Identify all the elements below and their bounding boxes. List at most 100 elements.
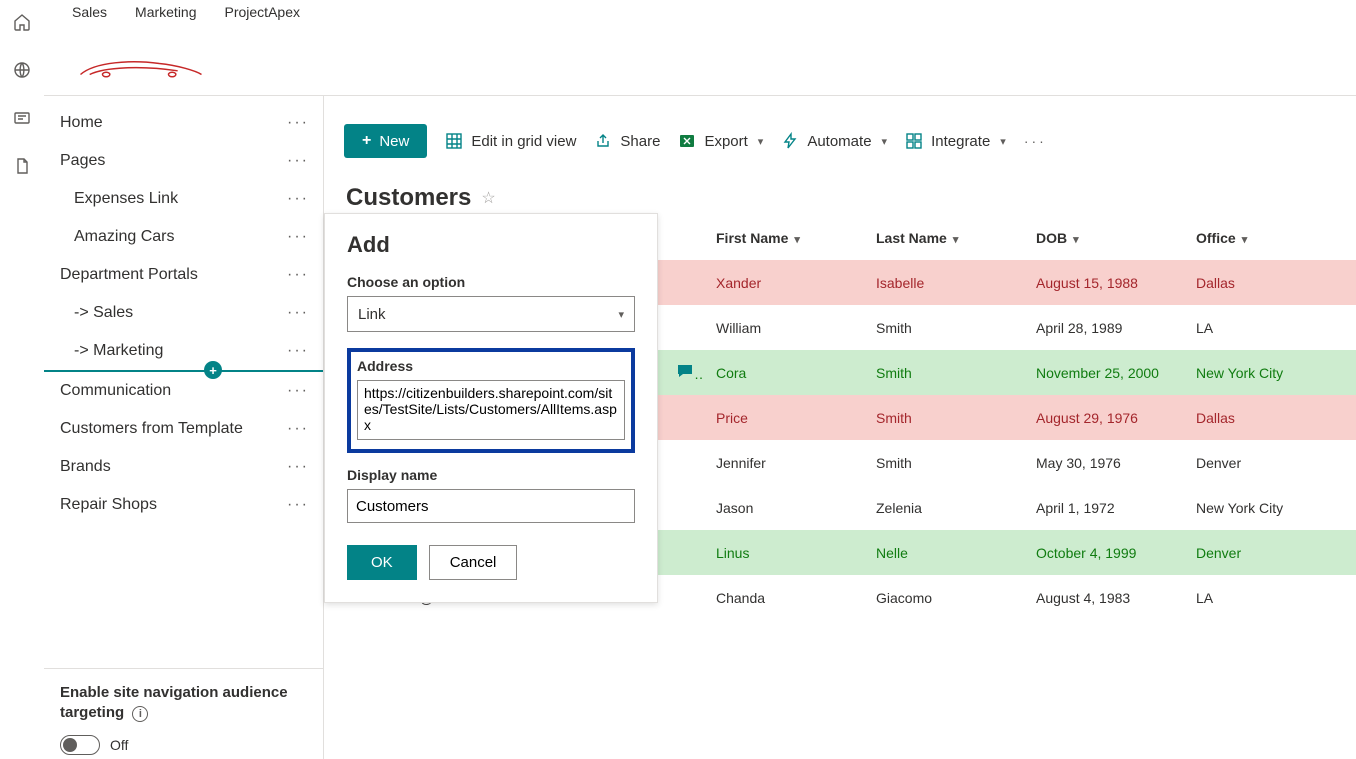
address-highlight-frame: Address <box>347 348 635 453</box>
nav-repair-shops[interactable]: Repair Shops··· <box>44 486 323 524</box>
col-last-name[interactable]: Last Name▾ <box>864 216 1024 260</box>
cell-last-name: Smith <box>864 305 1024 350</box>
cell-office: New York City <box>1184 485 1354 530</box>
col-office[interactable]: Office▾ <box>1184 216 1354 260</box>
cell-comment <box>664 530 704 575</box>
cancel-button[interactable]: Cancel <box>429 545 518 580</box>
col-first-name[interactable]: First Name▾ <box>704 216 864 260</box>
col-dob[interactable]: DOB▾ <box>1024 216 1184 260</box>
more-icon[interactable]: ··· <box>287 228 309 246</box>
cell-first-name: Linus <box>704 530 864 575</box>
audience-label: Enable site navigation audience targetin… <box>60 683 307 724</box>
chevron-down-icon: ▾ <box>794 234 800 246</box>
audience-toggle[interactable] <box>60 735 100 755</box>
top-tab-projectapex[interactable]: ProjectApex <box>225 4 300 20</box>
choose-option-label: Choose an option <box>347 274 635 290</box>
cell-last-name: Zelenia <box>864 485 1024 530</box>
cell-dob: May 30, 1976 <box>1024 440 1184 485</box>
display-name-input[interactable] <box>347 489 635 523</box>
more-icon[interactable]: ··· <box>287 382 309 400</box>
cell-office: LA <box>1184 305 1354 350</box>
share-icon <box>594 132 612 150</box>
nav-marketing[interactable]: -> Marketing··· <box>44 332 323 370</box>
more-icon[interactable]: ··· <box>287 458 309 476</box>
nav-insert-plus-icon[interactable]: + <box>204 361 222 379</box>
excel-icon <box>678 132 696 150</box>
more-icon[interactable]: ··· <box>287 304 309 322</box>
nav-pages[interactable]: Pages··· <box>44 142 323 180</box>
address-label: Address <box>357 358 625 374</box>
overflow-button[interactable]: ··· <box>1024 133 1047 149</box>
nav-communication[interactable]: Communication··· <box>44 372 323 410</box>
cell-first-name: Jennifer <box>704 440 864 485</box>
audience-targeting-panel: Enable site navigation audience targetin… <box>44 668 323 759</box>
cell-first-name: Xander <box>704 260 864 305</box>
cell-comment <box>664 350 704 395</box>
file-rail-icon[interactable] <box>12 156 32 176</box>
command-bar: + New Edit in grid view Share <box>324 96 1356 168</box>
cell-office: Dallas <box>1184 395 1354 440</box>
more-icon[interactable]: ··· <box>287 420 309 438</box>
favorite-star-icon[interactable]: ☆ <box>481 188 495 208</box>
share-button[interactable]: Share <box>594 132 660 150</box>
nav-amazing-cars[interactable]: Amazing Cars··· <box>44 218 323 256</box>
new-button[interactable]: + New <box>344 124 427 158</box>
more-icon[interactable]: ··· <box>287 266 309 284</box>
automate-button[interactable]: Automate ▾ <box>781 132 887 150</box>
left-rail <box>0 0 44 759</box>
cell-first-name: Jason <box>704 485 864 530</box>
more-icon[interactable]: ··· <box>287 190 309 208</box>
nav-customers-template[interactable]: Customers from Template··· <box>44 410 323 448</box>
add-link-dialog: Add Choose an option Link ▾ Address Disp… <box>324 213 658 603</box>
nav-sales[interactable]: -> Sales··· <box>44 294 323 332</box>
cell-office: Denver <box>1184 530 1354 575</box>
more-icon[interactable]: ··· <box>287 114 309 132</box>
nav-home[interactable]: Home··· <box>44 104 323 142</box>
cell-dob: October 4, 1999 <box>1024 530 1184 575</box>
chevron-down-icon: ▾ <box>1073 234 1079 246</box>
cell-last-name: Smith <box>864 350 1024 395</box>
cell-comment <box>664 260 704 305</box>
automate-icon <box>781 132 799 150</box>
cell-comment <box>664 305 704 350</box>
chevron-down-icon: ▾ <box>953 234 959 246</box>
news-rail-icon[interactable] <box>12 108 32 128</box>
dialog-title: Add <box>347 232 635 258</box>
choose-option-dropdown[interactable]: Link ▾ <box>347 296 635 332</box>
globe-rail-icon[interactable] <box>12 60 32 80</box>
address-input[interactable] <box>357 380 625 440</box>
cell-last-name: Isabelle <box>864 260 1024 305</box>
list-title: Customers <box>346 184 471 212</box>
more-icon[interactable]: ··· <box>287 496 309 514</box>
chevron-down-icon: ▾ <box>882 135 888 148</box>
cell-office: LA <box>1184 575 1354 620</box>
more-icon[interactable]: ··· <box>287 342 309 360</box>
display-name-label: Display name <box>347 467 635 483</box>
cell-office: Denver <box>1184 440 1354 485</box>
nav-department-portals[interactable]: Department Portals··· <box>44 256 323 294</box>
nav-brands[interactable]: Brands··· <box>44 448 323 486</box>
comment-icon[interactable] <box>676 363 694 379</box>
ok-button[interactable]: OK <box>347 545 417 580</box>
cell-last-name: Giacomo <box>864 575 1024 620</box>
audience-state: Off <box>110 737 128 753</box>
info-icon[interactable]: i <box>132 706 148 722</box>
cell-office: New York City <box>1184 350 1354 395</box>
edit-grid-button[interactable]: Edit in grid view <box>445 132 576 150</box>
top-tab-sales[interactable]: Sales <box>72 4 107 20</box>
chevron-down-icon: ▾ <box>1242 234 1248 246</box>
cell-dob: November 25, 2000 <box>1024 350 1184 395</box>
export-button[interactable]: Export ▾ <box>678 132 763 150</box>
nav-expenses-link[interactable]: Expenses Link··· <box>44 180 323 218</box>
cell-comment <box>664 485 704 530</box>
integrate-button[interactable]: Integrate ▾ <box>905 132 1006 150</box>
nav-insert-line[interactable]: + <box>44 370 323 372</box>
home-rail-icon[interactable] <box>12 12 32 32</box>
chevron-down-icon: ▾ <box>618 308 624 321</box>
more-icon[interactable]: ··· <box>287 152 309 170</box>
cell-last-name: Smith <box>864 395 1024 440</box>
top-tab-marketing[interactable]: Marketing <box>135 4 196 20</box>
cell-first-name: Chanda <box>704 575 864 620</box>
cell-dob: August 29, 1976 <box>1024 395 1184 440</box>
site-nav: Home··· Pages··· Expenses Link··· Amazin… <box>44 96 323 668</box>
